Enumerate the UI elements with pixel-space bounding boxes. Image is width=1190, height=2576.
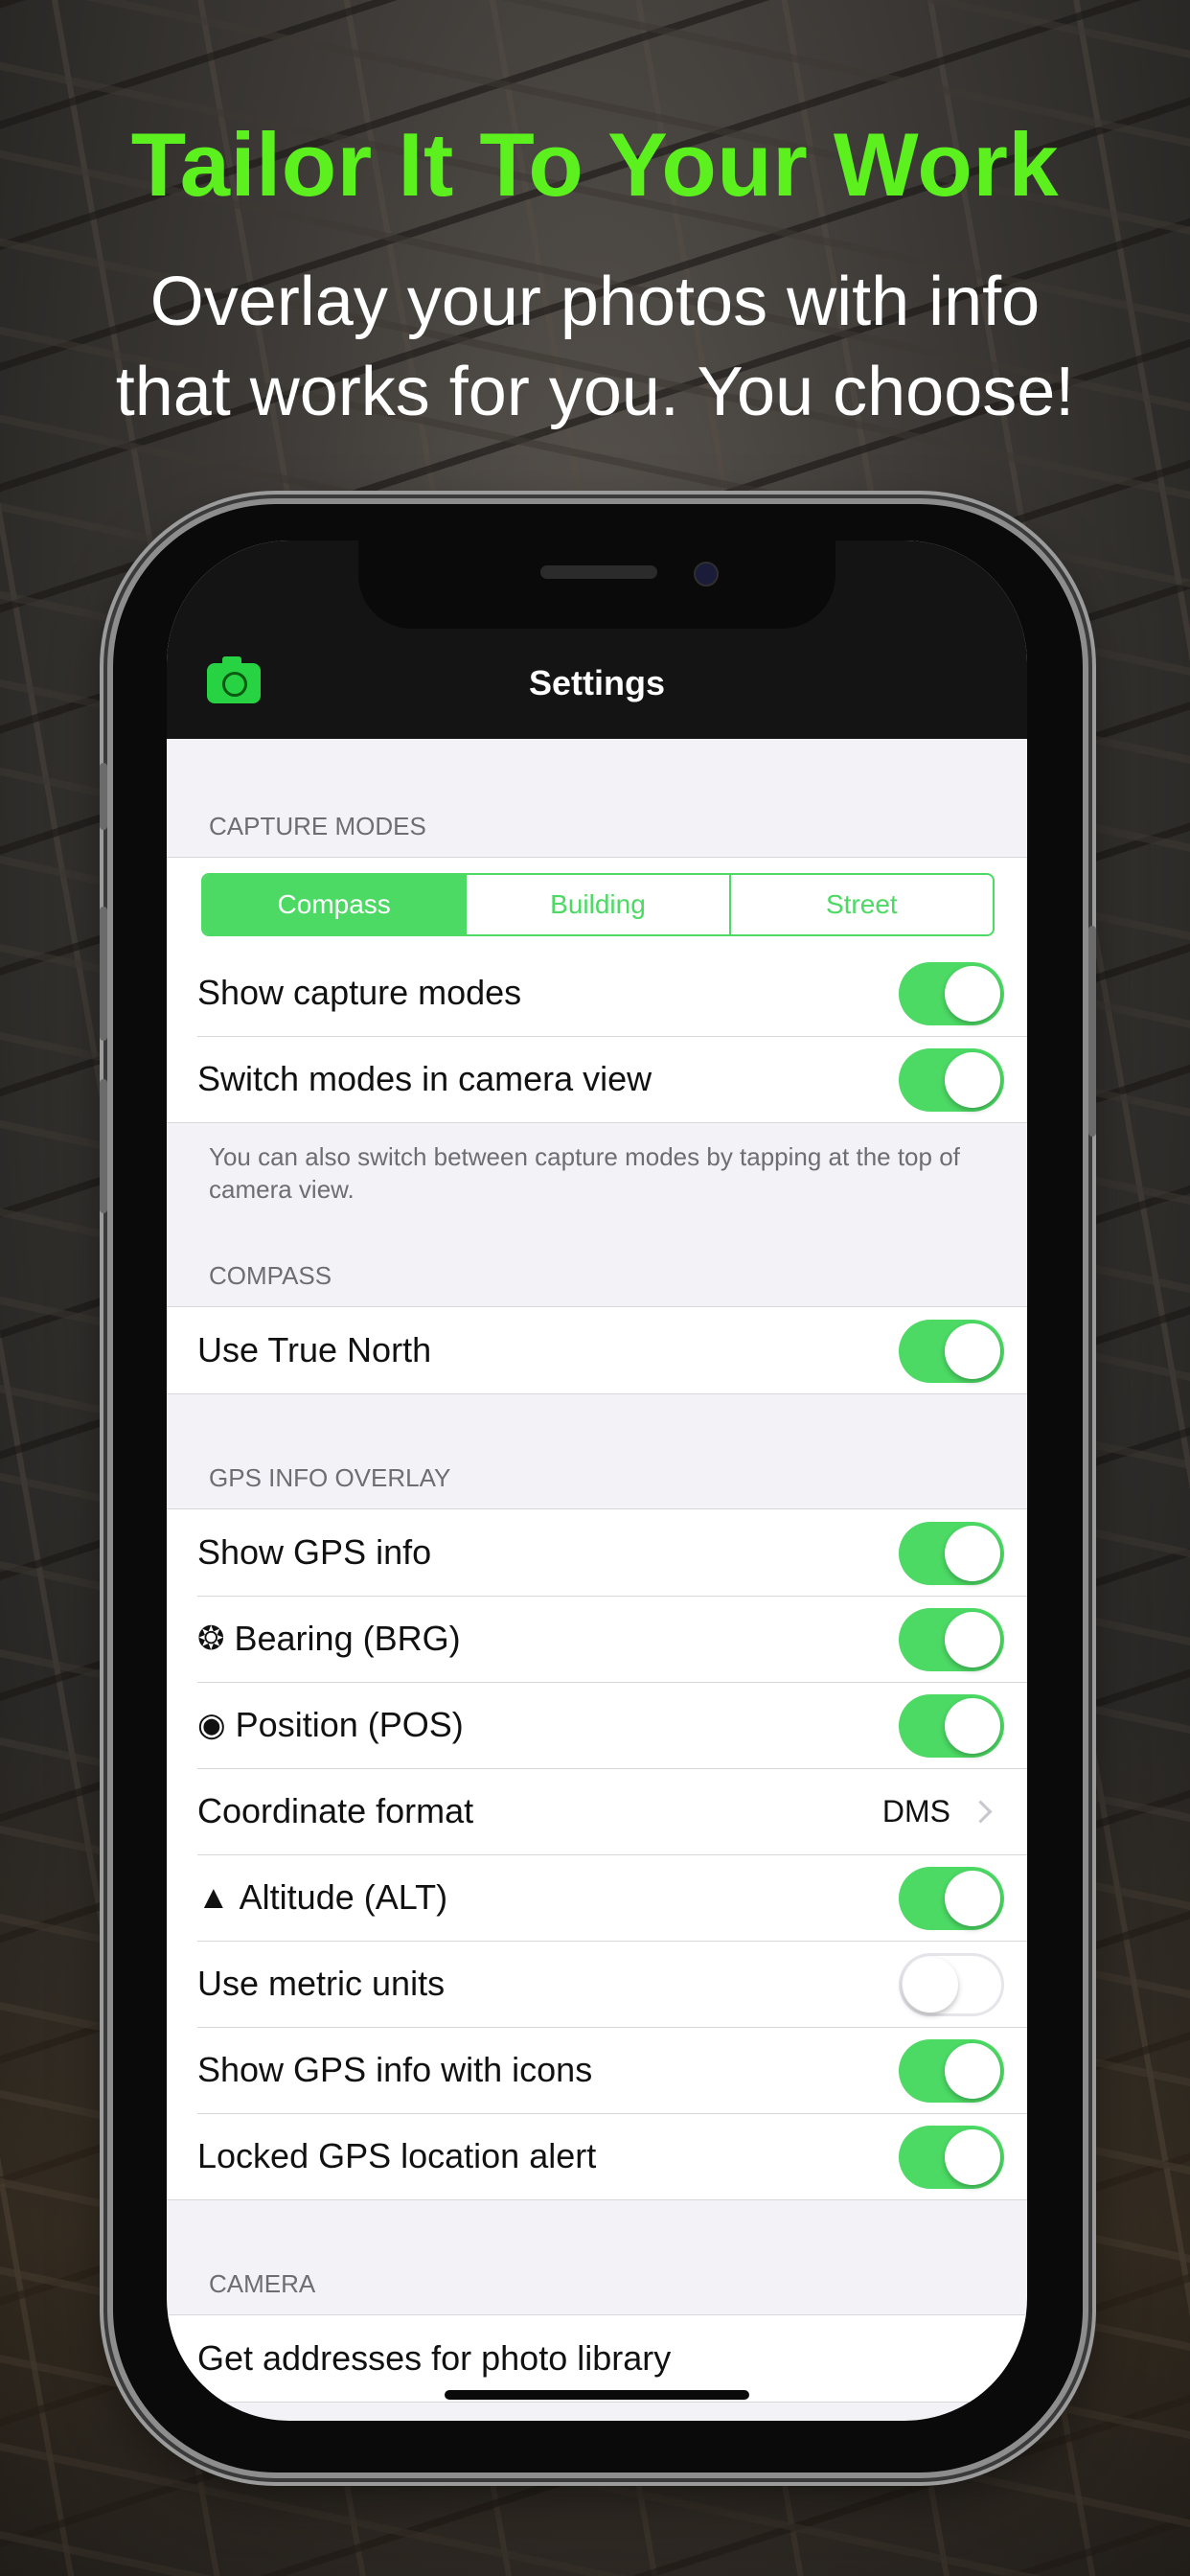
row-metric-units[interactable]: Use metric units	[167, 1941, 1027, 2027]
segment-compass[interactable]: Compass	[203, 875, 466, 934]
settings-list: CAPTURE MODES Compass Building Street Sh…	[167, 739, 1027, 2403]
row-altitude[interactable]: ▲ Altitude (ALT)	[167, 1854, 1027, 1941]
promo-headline: Tailor It To Your Work	[130, 114, 1060, 215]
section-header-camera: CAMERA	[209, 2269, 316, 2298]
phone-frame: Settings CAPTURE MODES Compass Building …	[100, 504, 1096, 2472]
row-label: Position (POS)	[235, 1705, 464, 1744]
row-show-capture-modes[interactable]: Show capture modes	[167, 950, 1027, 1036]
row-show-gps-info[interactable]: Show GPS info	[167, 1509, 1027, 1596]
toggle-bearing[interactable]	[899, 1608, 1004, 1671]
altitude-icon: ▲	[197, 1878, 230, 1916]
toggle-knob	[945, 1698, 1000, 1754]
bearing-icon: ❂	[197, 1621, 225, 1657]
capture-mode-segment-row: Compass Building Street	[167, 858, 1027, 950]
toggle-knob	[945, 1871, 1000, 1926]
toggle-locked-gps-alert[interactable]	[899, 2126, 1004, 2189]
page-title: Settings	[528, 663, 665, 702]
toggle-knob	[945, 2043, 1000, 2099]
row-gps-icons[interactable]: Show GPS info with icons	[167, 2027, 1027, 2113]
row-label: Use metric units	[197, 1964, 446, 2003]
toggle-knob	[903, 1957, 958, 2012]
toggle-knob	[945, 1323, 1000, 1379]
toggle-knob	[945, 966, 1000, 1022]
coordinate-format-value: DMS	[881, 1793, 950, 1828]
row-locked-gps-alert[interactable]: Locked GPS location alert	[167, 2113, 1027, 2199]
row-label: Use True North	[197, 1330, 432, 1369]
power-button	[1088, 926, 1096, 1137]
chevron-right-icon	[969, 1800, 993, 1824]
toggle-switch-modes[interactable]	[899, 1048, 1004, 1112]
row-switch-modes[interactable]: Switch modes in camera view	[167, 1036, 1027, 1122]
row-position[interactable]: ◉ Position (POS)	[167, 1682, 1027, 1768]
row-coordinate-format[interactable]: Coordinate format DMS	[167, 1768, 1027, 1854]
promo-subhead-line2: that works for you. You choose!	[115, 354, 1075, 430]
segment-street[interactable]: Street	[728, 875, 993, 934]
section-header-gps: GPS INFO OVERLAY	[209, 1463, 451, 1492]
row-label: Get addresses for photo library	[197, 2338, 672, 2378]
toggle-knob	[945, 1526, 1000, 1581]
capture-modes-group: Compass Building Street Show capture mod…	[167, 857, 1027, 1123]
toggle-show-capture-modes[interactable]	[899, 962, 1004, 1025]
row-use-true-north[interactable]: Use True North	[167, 1307, 1027, 1393]
promo-subhead: Overlay your photos with info that works…	[0, 257, 1190, 437]
row-label: Show capture modes	[197, 973, 522, 1012]
row-label: Bearing (BRG)	[234, 1619, 461, 1658]
row-label: Coordinate format	[197, 1791, 474, 1830]
volume-down-button	[100, 1079, 107, 1213]
capture-modes-footer: You can also switch between capture mode…	[209, 1142, 960, 1204]
toggle-knob	[945, 1612, 1000, 1668]
promo-subhead-line1: Overlay your photos with info	[149, 264, 1041, 340]
toggle-gps-icons[interactable]	[899, 2039, 1004, 2103]
row-bearing[interactable]: ❂ Bearing (BRG)	[167, 1596, 1027, 1682]
phone-screen: Settings CAPTURE MODES Compass Building …	[167, 540, 1027, 2421]
compass-group: Use True North	[167, 1306, 1027, 1394]
notch	[358, 540, 835, 629]
toggle-knob	[945, 2129, 1000, 2185]
speaker-grille	[540, 565, 657, 579]
row-label: Switch modes in camera view	[197, 1059, 652, 1098]
section-header-compass: COMPASS	[209, 1261, 332, 1290]
section-header-capture-modes: CAPTURE MODES	[209, 812, 426, 840]
row-label: Show GPS info	[197, 1532, 432, 1572]
toggle-position[interactable]	[899, 1694, 1004, 1758]
volume-up-button	[100, 907, 107, 1041]
toggle-metric-units[interactable]	[899, 1953, 1004, 2016]
row-get-addresses[interactable]: Get addresses for photo library	[167, 2315, 1027, 2402]
segment-building[interactable]: Building	[465, 875, 728, 934]
front-camera	[694, 562, 719, 586]
toggle-altitude[interactable]	[899, 1867, 1004, 1930]
home-indicator[interactable]	[445, 2390, 749, 2400]
mute-switch	[100, 763, 107, 830]
row-label: Altitude (ALT)	[239, 1877, 448, 1917]
row-label: Locked GPS location alert	[197, 2136, 597, 2175]
toggle-use-true-north[interactable]	[899, 1320, 1004, 1383]
row-label: Show GPS info with icons	[197, 2050, 593, 2089]
toggle-show-gps-info[interactable]	[899, 1522, 1004, 1585]
capture-mode-segmented-control[interactable]: Compass Building Street	[201, 873, 995, 936]
position-icon: ◉	[197, 1707, 226, 1743]
gps-group: Show GPS info ❂ Bearing (BRG) ◉ Position…	[167, 1508, 1027, 2200]
toggle-knob	[945, 1052, 1000, 1108]
